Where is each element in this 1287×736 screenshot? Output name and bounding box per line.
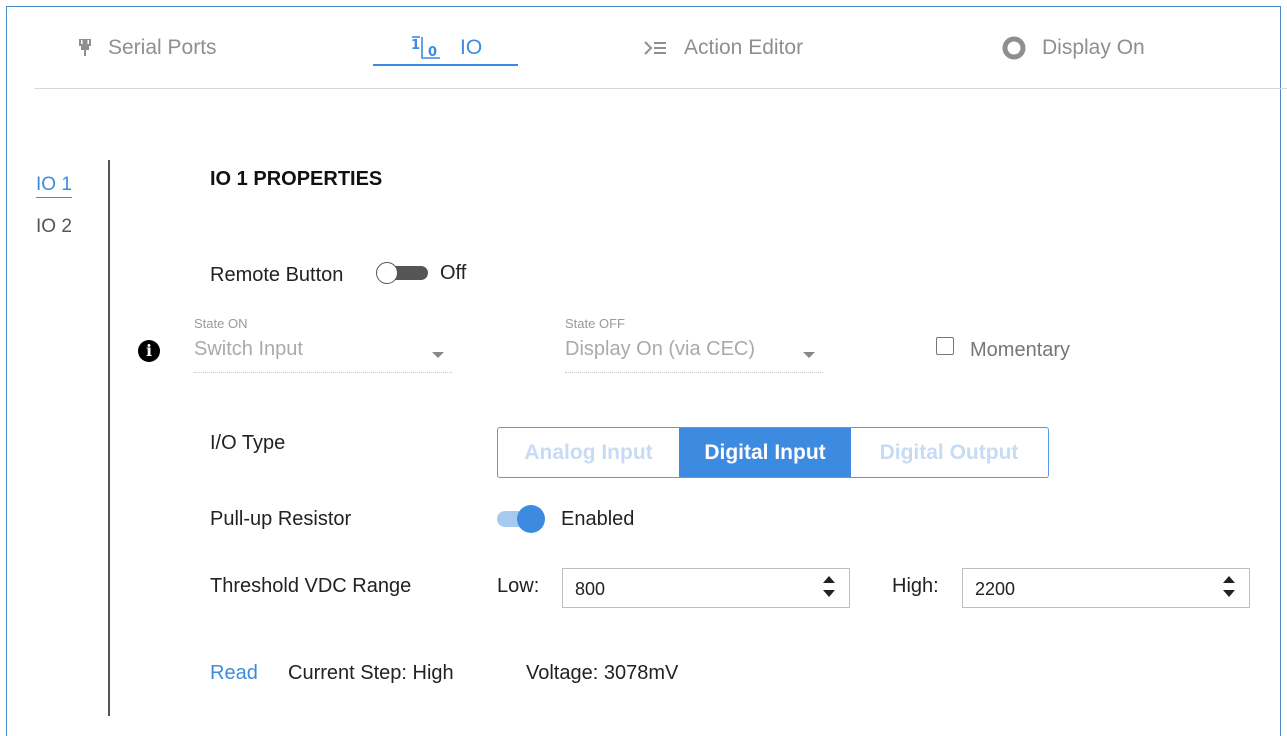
pullup-label: Pull-up Resistor — [210, 508, 352, 530]
state-off-dropdown[interactable]: Display On (via CEC) — [565, 338, 823, 373]
low-threshold-value: 800 — [575, 579, 606, 599]
high-label: High: — [892, 575, 939, 597]
voltage-text: Voltage: 3078mV — [526, 662, 679, 684]
state-off-value: Display On (via CEC) — [565, 338, 756, 360]
state-on-dropdown[interactable]: Switch Input — [194, 338, 452, 373]
remote-button-label: Remote Button — [210, 264, 344, 286]
spinner-arrows-icon[interactable] — [1223, 576, 1235, 600]
remote-button-state: Off — [440, 262, 467, 284]
io-type-digital-input[interactable]: Digital Input — [679, 428, 851, 477]
active-tab-indicator — [373, 64, 518, 66]
tab-label: Action Editor — [684, 36, 804, 59]
read-link[interactable]: Read — [210, 662, 258, 685]
svg-text:0: 0 — [428, 45, 437, 60]
tab-bar: Serial Ports 1 0 IO Action Editor Displa… — [34, 22, 1287, 89]
toggle-knob — [376, 262, 398, 284]
tab-action-editor[interactable]: Action Editor — [644, 36, 803, 88]
tab-display-on[interactable]: Display On — [1002, 36, 1145, 88]
low-label: Low: — [497, 575, 540, 597]
io-type-digital-output[interactable]: Digital Output — [851, 428, 1047, 477]
tab-io[interactable]: 1 0 IO — [410, 36, 482, 88]
high-threshold-input[interactable]: 2200 — [962, 568, 1250, 608]
state-on-value: Switch Input — [194, 338, 303, 360]
io-type-segmented: Analog Input Digital Input Digital Outpu… — [497, 427, 1049, 478]
pullup-state: Enabled — [561, 508, 635, 530]
chevron-down-icon — [803, 352, 815, 358]
serial-port-icon — [78, 36, 92, 60]
threshold-label: Threshold VDC Range — [210, 575, 412, 597]
current-step-text: Current Step: High — [288, 662, 454, 684]
momentary-label: Momentary — [970, 339, 1071, 361]
low-threshold-input[interactable]: 800 — [562, 568, 850, 608]
pullup-toggle[interactable] — [497, 505, 551, 533]
tab-serial-ports[interactable]: Serial Ports — [78, 36, 217, 88]
spinner-arrows-icon[interactable] — [823, 576, 835, 600]
sidebar-item-io1[interactable]: IO 1 — [36, 174, 72, 198]
high-threshold-value: 2200 — [975, 579, 1016, 599]
action-editor-icon — [644, 36, 668, 60]
state-off-caption: State OFF — [565, 316, 625, 331]
state-on-caption: State ON — [194, 316, 248, 331]
sidebar-item-io2[interactable]: IO 2 — [36, 216, 72, 238]
momentary-checkbox[interactable] — [936, 337, 954, 355]
io-type-label: I/O Type — [210, 432, 286, 454]
display-on-icon — [1002, 36, 1026, 60]
info-icon[interactable]: i — [138, 340, 160, 362]
io-icon: 1 0 — [410, 36, 444, 60]
sidebar-divider — [108, 160, 110, 716]
toggle-knob — [517, 505, 545, 533]
tab-label: IO — [460, 36, 483, 59]
tab-label: Display On — [1042, 36, 1145, 59]
remote-button-toggle[interactable] — [376, 262, 430, 284]
io-type-analog-input[interactable]: Analog Input — [498, 428, 679, 477]
tab-label: Serial Ports — [108, 36, 217, 59]
chevron-down-icon — [432, 352, 444, 358]
panel-title: IO 1 PROPERTIES — [210, 168, 383, 190]
svg-text:1: 1 — [411, 38, 420, 53]
